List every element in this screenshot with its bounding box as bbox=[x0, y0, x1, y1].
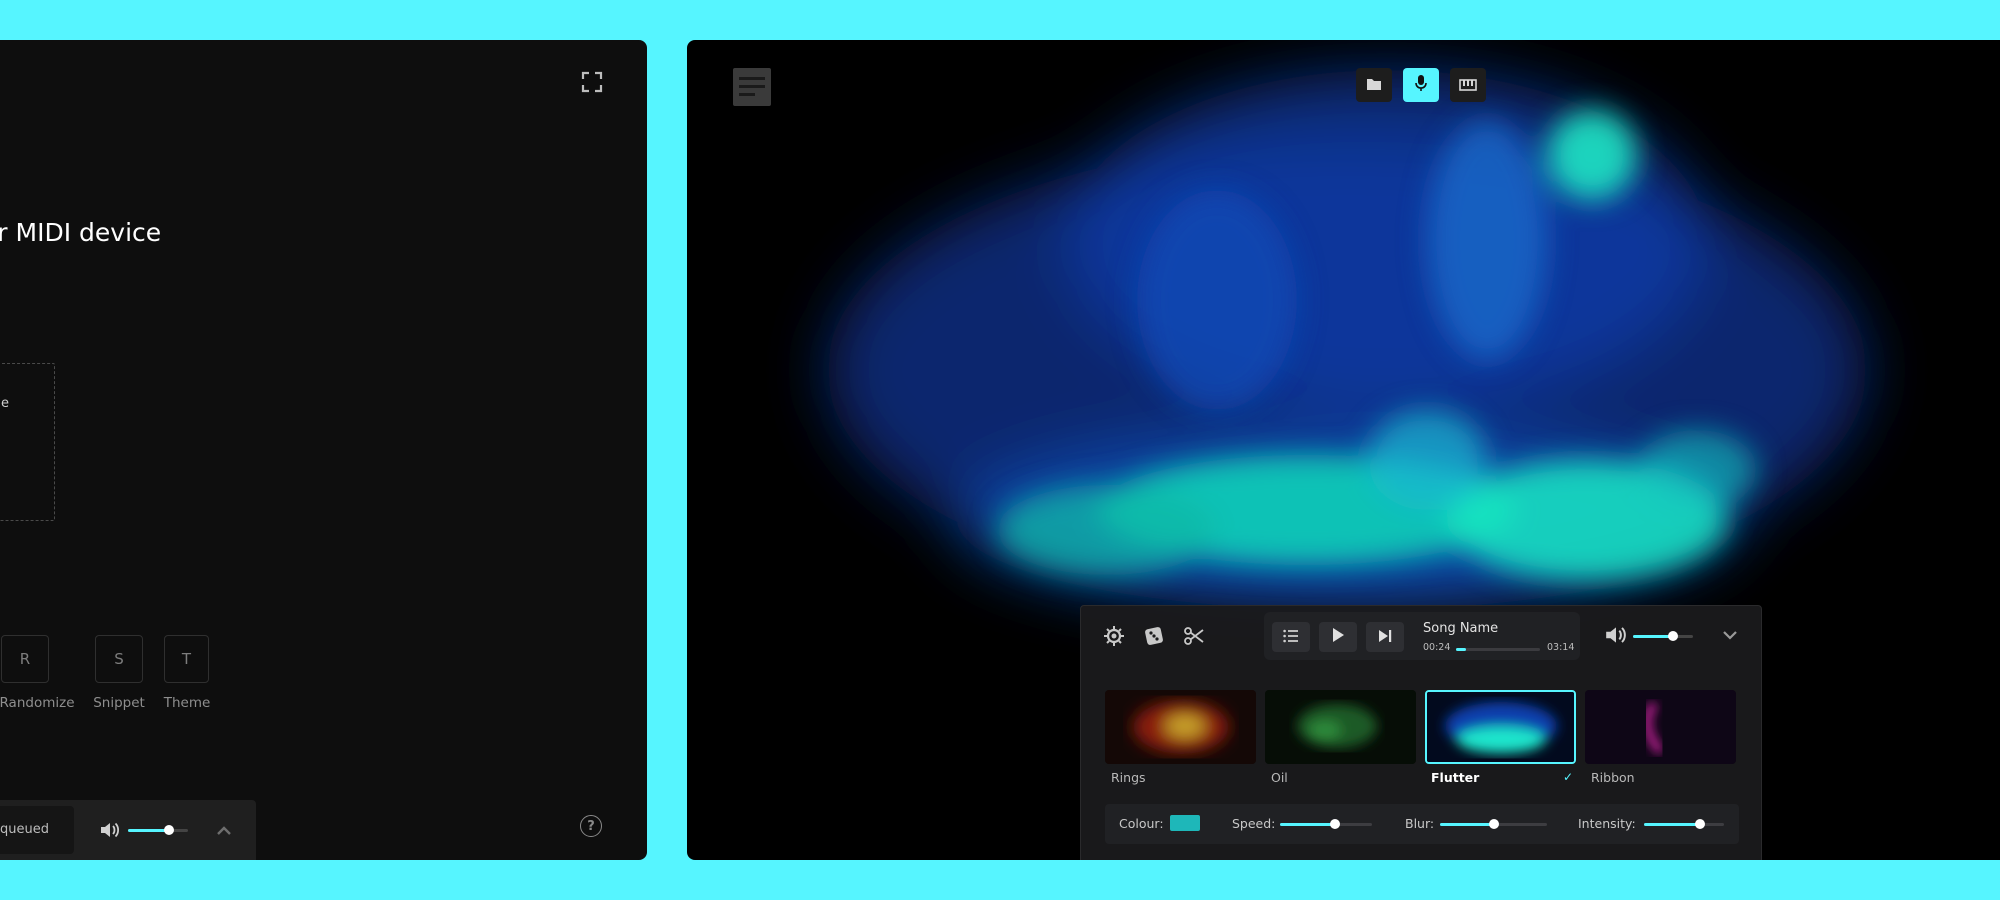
theme-label-flutter: Flutter bbox=[1431, 770, 1480, 785]
progress-fill bbox=[1456, 648, 1467, 651]
playlist-button[interactable] bbox=[1272, 622, 1310, 652]
speed-knob[interactable] bbox=[1330, 819, 1341, 829]
scissors-icon[interactable] bbox=[1181, 623, 1207, 649]
dice-icon[interactable] bbox=[1141, 623, 1167, 649]
progress-bar[interactable] bbox=[1456, 648, 1540, 651]
shortcut-label-snippet: Snippet bbox=[93, 695, 145, 711]
ribbon-thumbnail bbox=[1585, 690, 1736, 764]
blur-label: Blur: bbox=[1405, 816, 1435, 831]
intensity-knob[interactable] bbox=[1695, 819, 1705, 829]
theme-card-ribbon[interactable] bbox=[1585, 690, 1736, 764]
folder-icon bbox=[1366, 76, 1382, 95]
queue-status: queued bbox=[0, 806, 74, 854]
next-button[interactable] bbox=[1366, 622, 1404, 652]
player: Song Name 00:24 03:14 bbox=[1264, 612, 1580, 660]
intensity-slider[interactable] bbox=[1644, 819, 1724, 829]
microphone-icon bbox=[1414, 74, 1428, 96]
help-icon[interactable]: ? bbox=[580, 815, 602, 837]
blur-slider[interactable] bbox=[1440, 819, 1547, 829]
theme-card-flutter[interactable] bbox=[1425, 690, 1576, 764]
fullscreen-icon[interactable] bbox=[580, 70, 604, 94]
current-time: 00:24 bbox=[1423, 642, 1451, 653]
rings-thumbnail bbox=[1105, 690, 1256, 764]
colour-label: Colour: bbox=[1119, 816, 1164, 831]
mini-player: queued bbox=[0, 800, 256, 860]
check-icon: ✓ bbox=[1563, 770, 1574, 784]
song-name: Song Name bbox=[1423, 621, 1499, 636]
intensity-fill bbox=[1644, 823, 1700, 826]
total-time: 03:14 bbox=[1547, 642, 1575, 653]
theme-label-oil: Oil bbox=[1271, 770, 1288, 785]
file-dropzone[interactable]: e bbox=[0, 363, 55, 521]
shortcut-key-t[interactable]: T bbox=[164, 635, 209, 683]
speed-fill bbox=[1280, 823, 1336, 826]
volume-fill bbox=[1633, 635, 1673, 638]
volume-knob[interactable] bbox=[1667, 631, 1678, 641]
list-icon bbox=[1283, 628, 1299, 647]
volume-icon[interactable] bbox=[1604, 624, 1628, 646]
shortcut-key-s[interactable]: S bbox=[95, 635, 143, 683]
source-folder-button[interactable] bbox=[1356, 68, 1392, 102]
source-microphone-button[interactable] bbox=[1403, 68, 1439, 102]
blur-knob[interactable] bbox=[1488, 819, 1499, 829]
keyboard-icon bbox=[1459, 76, 1477, 95]
volume-icon[interactable] bbox=[99, 820, 121, 840]
skip-next-icon bbox=[1378, 628, 1392, 647]
play-icon bbox=[1331, 627, 1345, 647]
colour-swatch[interactable] bbox=[1170, 815, 1200, 831]
volume-fill bbox=[128, 829, 169, 832]
theme-params: Colour: Speed: Blur: Intensity: bbox=[1105, 804, 1739, 844]
dropzone-text: e bbox=[1, 396, 9, 411]
shortcut-key-r[interactable]: R bbox=[1, 635, 49, 683]
left-panel: or MIDI device e R Randomize S Snippet T… bbox=[0, 40, 647, 860]
theme-label-rings: Rings bbox=[1111, 770, 1146, 785]
speed-label: Speed: bbox=[1232, 816, 1276, 831]
shortcut-label-theme: Theme bbox=[163, 695, 211, 711]
visualizer-panel: Song Name 00:24 03:14 Rings Oil Flutter … bbox=[687, 40, 2000, 860]
page-title: or MIDI device bbox=[0, 218, 162, 247]
shortcut-label-randomize: Randomize bbox=[0, 695, 75, 711]
speed-slider[interactable] bbox=[1280, 819, 1372, 829]
control-panel: Song Name 00:24 03:14 Rings Oil Flutter … bbox=[1080, 605, 1762, 860]
volume-slider[interactable] bbox=[1633, 631, 1693, 641]
intensity-label: Intensity: bbox=[1578, 816, 1636, 831]
source-midi-button[interactable] bbox=[1450, 68, 1486, 102]
volume-knob[interactable] bbox=[163, 825, 174, 835]
theme-card-oil[interactable] bbox=[1265, 690, 1416, 764]
volume-slider[interactable] bbox=[128, 825, 188, 835]
chevron-down-icon[interactable] bbox=[1719, 624, 1741, 646]
app-logo bbox=[733, 68, 771, 106]
chevron-up-icon[interactable] bbox=[214, 821, 234, 841]
flutter-thumbnail bbox=[1427, 692, 1574, 762]
theme-card-rings[interactable] bbox=[1105, 690, 1256, 764]
blur-fill bbox=[1440, 823, 1494, 826]
play-button[interactable] bbox=[1319, 622, 1357, 652]
oil-thumbnail bbox=[1265, 690, 1416, 764]
theme-label-ribbon: Ribbon bbox=[1591, 770, 1635, 785]
settings-icon[interactable] bbox=[1101, 623, 1127, 649]
